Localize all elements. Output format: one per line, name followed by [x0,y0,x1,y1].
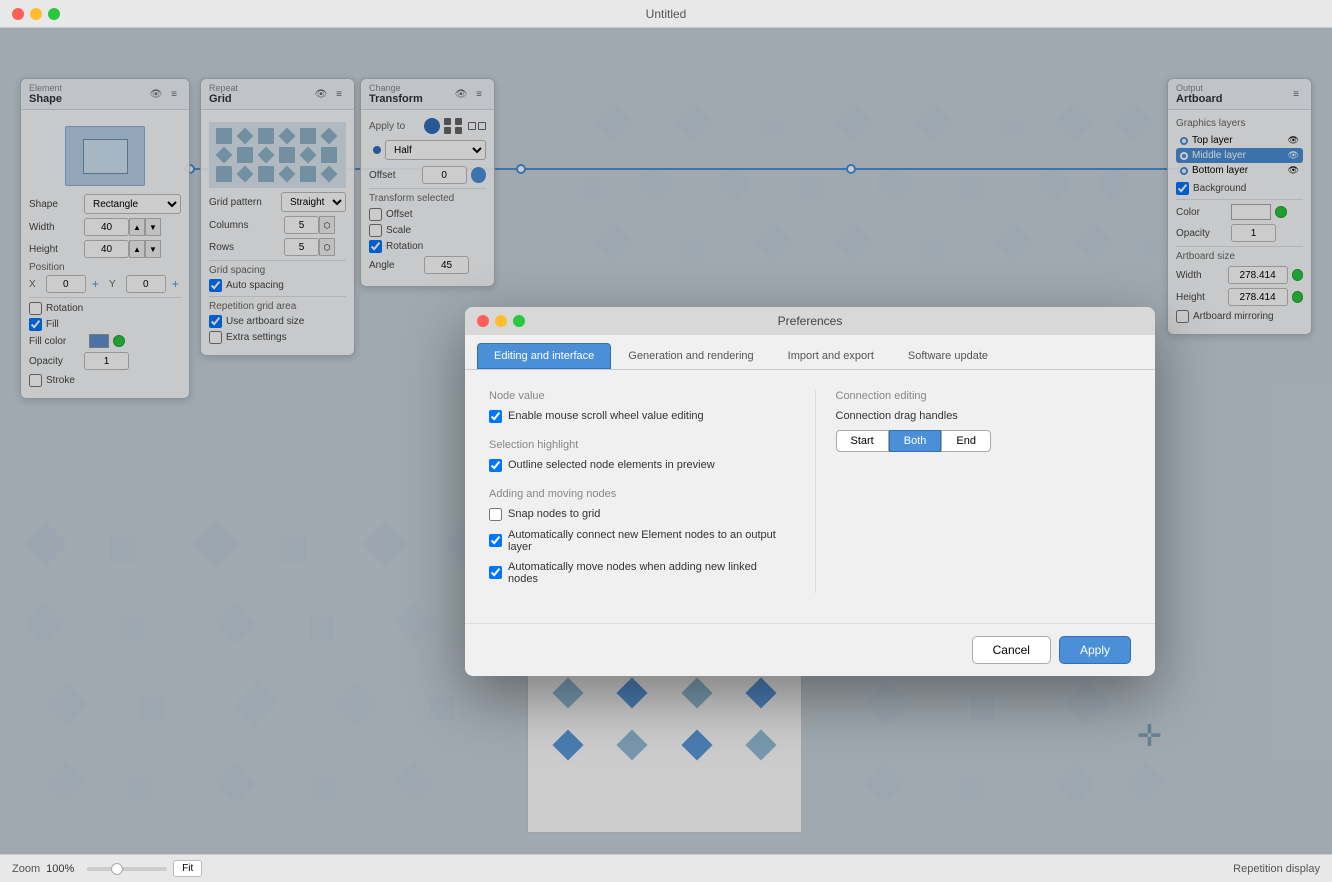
apply-button[interactable]: Apply [1059,636,1131,664]
tab-editing[interactable]: Editing and interface [477,343,611,369]
window-controls[interactable] [12,8,60,20]
connection-end-btn[interactable]: End [941,430,991,452]
status-bar: Zoom 100% Fit Repetition display [0,854,1332,882]
cancel-button[interactable]: Cancel [972,636,1051,664]
tab-software[interactable]: Software update [891,343,1005,369]
zoom-label: Zoom [12,863,40,875]
auto-connect-checkbox[interactable] [489,534,502,547]
selection-section: Selection highlight Outline selected nod… [489,439,785,472]
modal-right-col: Connection editing Connection drag handl… [815,390,1132,593]
connection-seg-buttons: Start Both End [836,430,1132,452]
modal-left-col: Node value Enable mouse scroll wheel val… [489,390,785,593]
outline-selected-label: Outline selected node elements in previe… [508,459,715,471]
close-button[interactable] [12,8,24,20]
connection-both-btn[interactable]: Both [889,430,942,452]
fit-button[interactable]: Fit [173,860,202,877]
modal-close-button[interactable] [477,315,489,327]
zoom-thumb[interactable] [111,863,123,875]
modal-content: Node value Enable mouse scroll wheel val… [465,370,1155,613]
modal-tabs: Editing and interface Generation and ren… [465,335,1155,370]
connection-start-btn[interactable]: Start [836,430,889,452]
outline-selected-checkbox[interactable] [489,459,502,472]
auto-connect-label: Automatically connect new Element nodes … [508,529,785,553]
auto-move-checkbox[interactable] [489,566,502,579]
zoom-value: 100% [46,863,81,875]
connection-drag-label: Connection drag handles [836,410,1132,422]
connection-editing-section: Connection editing [836,390,1132,402]
maximize-button[interactable] [48,8,60,20]
title-bar: Untitled [0,0,1332,28]
repetition-display-label: Repetition display [1233,863,1320,875]
zoom-slider[interactable] [87,867,167,871]
minimize-button[interactable] [30,8,42,20]
snap-nodes-checkbox[interactable] [489,508,502,521]
enable-scroll-checkbox[interactable] [489,410,502,423]
preferences-modal-overlay: Preferences Editing and interface Genera… [0,28,1332,854]
enable-scroll-label: Enable mouse scroll wheel value editing [508,410,704,422]
adding-moving-section: Adding and moving nodes Snap nodes to gr… [489,488,785,585]
modal-min-button[interactable] [495,315,507,327]
modal-title: Preferences [778,314,843,328]
preferences-modal: Preferences Editing and interface Genera… [465,307,1155,676]
modal-titlebar: Preferences [465,307,1155,335]
repetition-controls: Repetition display [1233,863,1320,875]
tab-import[interactable]: Import and export [771,343,891,369]
tab-generation[interactable]: Generation and rendering [611,343,770,369]
selection-highlight-section: Selection highlight [489,439,785,451]
snap-nodes-label: Snap nodes to grid [508,508,600,520]
modal-two-col: Node value Enable mouse scroll wheel val… [489,390,1131,593]
app-title: Untitled [646,7,687,21]
node-value-section: Node value [489,390,785,402]
auto-move-label: Automatically move nodes when adding new… [508,561,785,585]
modal-window-controls[interactable] [477,315,525,327]
modal-max-button[interactable] [513,315,525,327]
modal-footer: Cancel Apply [465,623,1155,676]
zoom-controls: Zoom 100% Fit [12,860,202,877]
canvas-area: Element Shape 👁 ≡ Shape Rectangle Width [0,28,1332,854]
adding-moving-label: Adding and moving nodes [489,488,785,500]
